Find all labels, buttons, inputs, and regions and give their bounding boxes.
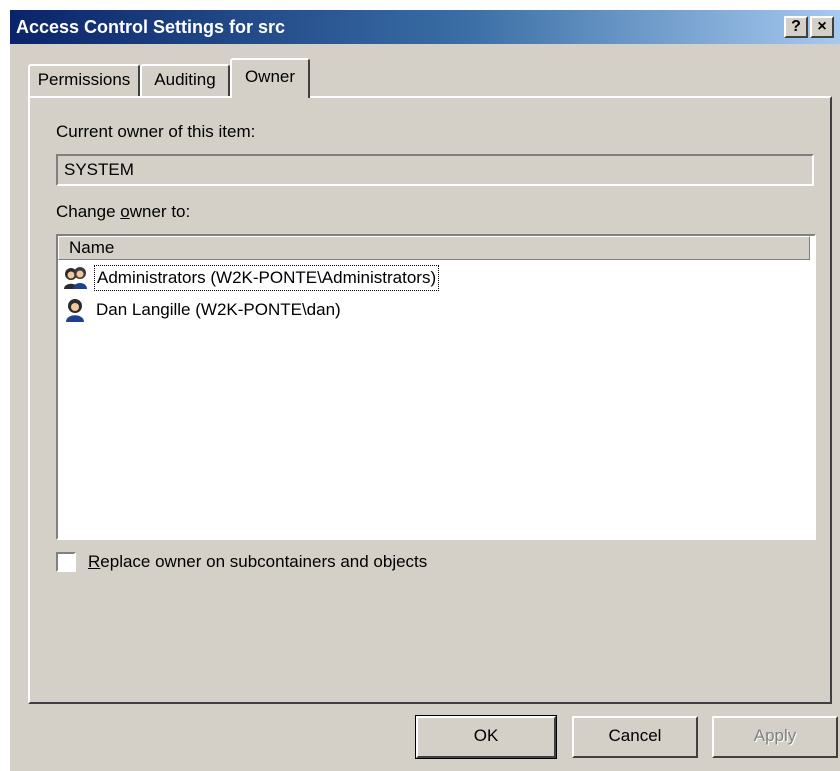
replace-owner-access-key: R: [88, 552, 101, 571]
tab-auditing[interactable]: Auditing: [140, 64, 230, 96]
current-owner-label: Current owner of this item:: [56, 122, 256, 141]
cancel-button[interactable]: Cancel: [572, 716, 698, 758]
change-owner-label: Change owner to:: [56, 202, 190, 222]
change-owner-label-pre: Change: [56, 202, 121, 221]
help-button[interactable]: ?: [784, 16, 808, 38]
ok-button[interactable]: OK: [415, 715, 557, 759]
current-owner-field: SYSTEM: [56, 154, 814, 186]
window-title: Access Control Settings for src: [16, 17, 286, 37]
change-owner-label-post: wner to:: [129, 202, 191, 221]
title-bar[interactable]: Access Control Settings for src ? ×: [10, 10, 840, 44]
owner-list[interactable]: Name Administrators (W2K-PONTE\Administr…: [56, 234, 816, 540]
close-button[interactable]: ×: [810, 16, 834, 38]
owner-panel: Current owner of this item: SYSTEM Chang…: [28, 96, 832, 704]
replace-owner-label-rest: eplace owner on subcontainers and object…: [100, 552, 428, 571]
list-item-administrators[interactable]: Administrators (W2K-PONTE\Administrators…: [62, 264, 440, 292]
dialog-window: Access Control Settings for src ? × Perm…: [10, 10, 840, 771]
user-group-icon: [64, 267, 87, 289]
replace-owner-label[interactable]: Replace owner on subcontainers and objec…: [88, 552, 427, 572]
close-icon: ×: [817, 18, 827, 35]
replace-owner-option[interactable]: Replace owner on subcontainers and objec…: [56, 552, 427, 572]
tab-owner[interactable]: Owner: [230, 58, 310, 98]
column-header-name[interactable]: Name: [58, 236, 810, 260]
list-item-label: Administrators (W2K-PONTE\Administrators…: [94, 265, 440, 291]
user-icon: [66, 299, 84, 322]
tab-permissions[interactable]: Permissions: [28, 64, 140, 96]
change-owner-access-key: o: [120, 202, 130, 221]
apply-button[interactable]: Apply: [712, 716, 838, 758]
list-item-label: Dan Langille (W2K-PONTE\dan): [96, 300, 341, 319]
help-icon: ?: [791, 18, 801, 35]
list-item-dan-langille[interactable]: Dan Langille (W2K-PONTE\dan): [62, 296, 343, 324]
replace-owner-checkbox[interactable]: [56, 552, 76, 572]
